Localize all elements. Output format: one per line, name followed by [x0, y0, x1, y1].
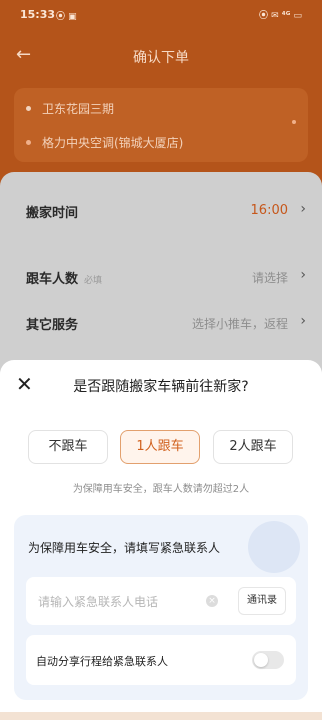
emergency-contact-title: 为保障用车安全，请填写紧急联系人 — [28, 541, 221, 555]
shield-decoration-icon — [248, 521, 300, 573]
auto-share-label: 自动分享行程给紧急联系人 — [36, 655, 168, 668]
option-one-person[interactable]: 1人跟车 — [120, 430, 200, 464]
phone-input[interactable]: 请输入紧急联系人电话 — [38, 593, 158, 610]
status-bar: 15:33 ⦿ ▣ ⦿ ✉ ⁴ᴳ ▭ — [0, 0, 322, 28]
move-time-value: 16:00 — [250, 203, 288, 218]
other-services-label: 其它服务 — [26, 318, 79, 333]
to-address: 格力中央空调(锦城大厦店) — [42, 136, 184, 150]
from-dot-icon — [26, 106, 31, 111]
row-move-time[interactable]: 搬家时间 16:00 › — [0, 188, 322, 232]
service-card: 搬家时间 16:00 › 跟车人数 必填 请选择 › 其它服务 选择小推车，返程 … — [0, 172, 322, 372]
follow-hint: 为保障用车安全，跟车人数请勿超过2人 — [72, 484, 250, 495]
chevron-right-icon: › — [300, 267, 306, 283]
auto-share-row: 自动分享行程给紧急联系人 — [26, 635, 296, 685]
phone-input-box[interactable]: 请输入紧急联系人电话 × 通讯录 — [26, 577, 296, 625]
row-passengers[interactable]: 跟车人数 必填 请选择 › — [0, 254, 322, 298]
status-left-icons: ⦿ ▣ — [56, 12, 77, 22]
auto-share-toggle[interactable] — [252, 651, 284, 669]
bottom-sheet: ✕ 是否跟随搬家车辆前往新家? 不跟车 1人跟车 2人跟车 为保障用车安全，跟车… — [0, 360, 322, 720]
status-right-icons: ⦿ ✉ ⁴ᴳ ▭ — [258, 11, 302, 21]
nav-bar: ← 确认下单 — [0, 36, 322, 76]
to-dot-icon — [26, 140, 31, 145]
option-no-follow[interactable]: 不跟车 — [28, 430, 108, 464]
toggle-knob — [254, 653, 268, 667]
clear-icon[interactable]: × — [206, 595, 218, 607]
edit-dot-icon — [292, 120, 296, 124]
emergency-contact-card: 为保障用车安全，请填写紧急联系人 请输入紧急联系人电话 × 通讯录 自动分享行程… — [14, 515, 308, 700]
address-book-button[interactable]: 通讯录 — [238, 587, 286, 615]
status-time: 15:33 — [20, 8, 56, 21]
sheet-question: 是否跟随搬家车辆前往新家? — [73, 379, 249, 395]
bottom-action-strip — [0, 712, 322, 720]
move-time-label: 搬家时间 — [26, 206, 79, 221]
address-card[interactable]: 卫东花园三期 格力中央空调(锦城大厦店) — [14, 88, 308, 162]
chevron-right-icon: › — [300, 201, 306, 217]
required-tag: 必填 — [84, 276, 103, 286]
row-other-services[interactable]: 其它服务 选择小推车，返程 › — [0, 300, 322, 344]
chevron-right-icon: › — [300, 313, 306, 329]
option-two-people[interactable]: 2人跟车 — [213, 430, 293, 464]
passengers-value: 请选择 — [251, 271, 288, 285]
passengers-label: 跟车人数 必填 — [26, 272, 103, 287]
other-services-value: 选择小推车，返程 — [191, 317, 288, 331]
page-title: 确认下单 — [133, 50, 189, 66]
from-address: 卫东花园三期 — [42, 102, 115, 116]
